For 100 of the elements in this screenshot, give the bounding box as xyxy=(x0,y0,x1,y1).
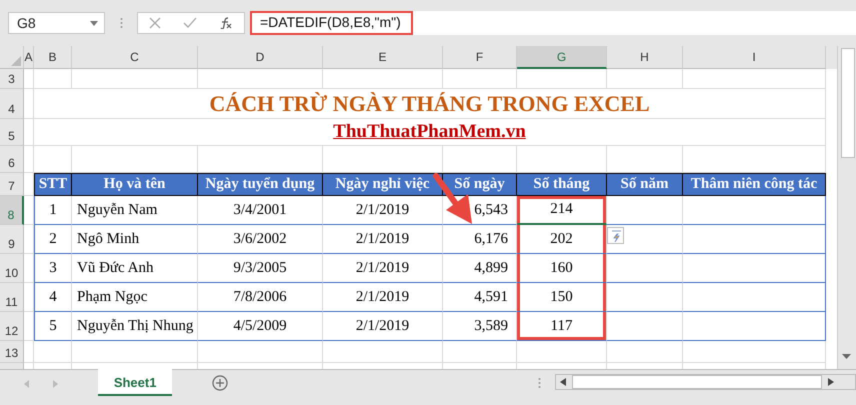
scroll-down-icon[interactable] xyxy=(842,354,852,360)
grid-cell[interactable] xyxy=(24,146,34,174)
select-all-icon[interactable] xyxy=(11,56,21,66)
grid-cell[interactable] xyxy=(683,341,826,364)
previous-sheet-icon[interactable] xyxy=(24,380,29,388)
grid-cell[interactable] xyxy=(198,341,323,364)
table-cell[interactable]: 2/1/2019 xyxy=(323,225,443,254)
quick-analysis-icon[interactable] xyxy=(607,227,624,244)
grid-cell[interactable] xyxy=(24,225,34,254)
table-cell[interactable]: 4/5/2009 xyxy=(198,312,323,342)
grid-cell[interactable] xyxy=(517,341,607,364)
table-cell[interactable] xyxy=(683,225,826,254)
grid-cell[interactable] xyxy=(607,341,683,364)
row-header[interactable]: 9 xyxy=(0,225,24,254)
grid-cell[interactable] xyxy=(24,312,34,342)
grid-cell[interactable] xyxy=(24,283,34,312)
table-cell[interactable]: 4,899 xyxy=(443,254,517,284)
table-cell[interactable] xyxy=(683,283,826,312)
row-header[interactable]: 3 xyxy=(0,69,24,90)
column-header[interactable]: A xyxy=(24,46,34,70)
grid-cell[interactable] xyxy=(607,69,683,90)
grid-cell[interactable] xyxy=(323,341,443,364)
table-cell[interactable]: 9/3/2005 xyxy=(198,254,323,284)
row-header[interactable]: 8 xyxy=(0,196,24,226)
column-header[interactable]: H xyxy=(607,46,683,70)
grid-cell[interactable] xyxy=(24,119,34,146)
table-cell[interactable]: 3/4/2001 xyxy=(198,196,323,226)
horizontal-scrollbar[interactable] xyxy=(555,374,856,390)
column-header[interactable]: B xyxy=(34,46,72,70)
table-cell[interactable]: 202 xyxy=(517,225,607,254)
column-header[interactable]: G xyxy=(517,46,607,70)
table-cell[interactable]: 4 xyxy=(34,283,72,312)
table-cell[interactable]: 3,589 xyxy=(443,312,517,342)
table-cell[interactable] xyxy=(683,312,826,342)
table-cell[interactable]: 2/1/2019 xyxy=(323,283,443,312)
grid-cell[interactable] xyxy=(24,196,34,226)
subtitle-link[interactable]: ThuThuatPhanMem.vn xyxy=(333,121,526,144)
table-cell[interactable]: Nguyễn Thị Nhung xyxy=(72,312,198,342)
function-icon[interactable] xyxy=(219,17,233,30)
grid-cell[interactable] xyxy=(72,69,198,90)
table-cell[interactable]: 214 xyxy=(517,196,607,226)
table-cell[interactable]: 150 xyxy=(517,283,607,312)
grid-cell[interactable] xyxy=(443,341,517,364)
add-sheet-icon[interactable] xyxy=(212,375,228,392)
grid-cell[interactable]: ThuThuatPhanMem.vn xyxy=(34,119,826,146)
column-heading: Số ngày xyxy=(443,173,517,196)
table-cell[interactable]: 3/6/2002 xyxy=(198,225,323,254)
grid-cell[interactable] xyxy=(443,69,517,90)
table-cell[interactable]: 2/1/2019 xyxy=(323,196,443,226)
table-cell[interactable]: 2 xyxy=(34,225,72,254)
column-header[interactable]: C xyxy=(72,46,198,70)
row-header[interactable]: 7 xyxy=(0,173,24,196)
table-cell[interactable]: 117 xyxy=(517,312,607,342)
row-header[interactable]: 12 xyxy=(0,312,24,342)
vertical-scrollbar[interactable] xyxy=(837,46,856,370)
grid-cell[interactable] xyxy=(24,89,34,120)
grid-cell[interactable] xyxy=(198,69,323,90)
scroll-right-icon[interactable] xyxy=(828,378,834,386)
row-header[interactable]: 4 xyxy=(0,89,24,120)
table-cell[interactable]: 6,176 xyxy=(443,225,517,254)
column-header[interactable]: E xyxy=(323,46,443,70)
column-header[interactable]: D xyxy=(198,46,323,70)
table-cell[interactable]: 2/1/2019 xyxy=(323,312,443,342)
grid-cell[interactable] xyxy=(24,341,34,364)
grid-cell[interactable] xyxy=(24,69,34,90)
grid-cell[interactable] xyxy=(72,341,198,364)
check-icon[interactable] xyxy=(183,17,197,30)
table-cell[interactable]: 3 xyxy=(34,254,72,284)
table-cell[interactable]: Ngô Minh xyxy=(72,225,198,254)
table-cell[interactable]: 160 xyxy=(517,254,607,284)
next-sheet-icon[interactable] xyxy=(52,380,58,388)
table-cell[interactable]: 2/1/2019 xyxy=(323,254,443,284)
grid-cell[interactable] xyxy=(683,69,826,90)
cancel-icon[interactable] xyxy=(149,17,161,30)
grid-cell[interactable] xyxy=(34,341,72,364)
table-cell[interactable]: 4,591 xyxy=(443,283,517,312)
table-cell[interactable] xyxy=(683,254,826,284)
formula-field[interactable]: =DATEDIF(D8,E8,"m") xyxy=(250,11,413,36)
table-cell[interactable]: 7/8/2006 xyxy=(198,283,323,312)
table-cell[interactable]: Phạm Ngọc xyxy=(72,283,198,312)
column-heading: Số năm xyxy=(607,173,683,196)
row-header[interactable]: 13 xyxy=(0,341,24,364)
table-cell[interactable] xyxy=(683,196,826,226)
table-cell[interactable]: 5 xyxy=(34,312,72,342)
table-cell[interactable]: 1 xyxy=(34,196,72,226)
row-header[interactable]: 11 xyxy=(0,283,24,312)
table-cell[interactable]: Vũ Đức Anh xyxy=(72,254,198,284)
name-box[interactable]: G8 xyxy=(8,12,105,34)
grid-cell[interactable] xyxy=(34,69,72,90)
table-cell[interactable]: Nguyễn Nam xyxy=(72,196,198,226)
row-header[interactable]: 10 xyxy=(0,254,24,284)
grid-cell[interactable] xyxy=(24,254,34,284)
scroll-left-icon[interactable] xyxy=(560,378,566,386)
grid-cell[interactable] xyxy=(323,69,443,90)
column-header[interactable]: I xyxy=(683,46,826,70)
row-header[interactable]: 6 xyxy=(0,146,24,174)
dropdown-icon[interactable] xyxy=(90,20,98,26)
grid-cell[interactable] xyxy=(517,69,607,90)
row-header[interactable]: 5 xyxy=(0,119,24,146)
sheet-tab[interactable]: Sheet1 xyxy=(98,369,172,396)
